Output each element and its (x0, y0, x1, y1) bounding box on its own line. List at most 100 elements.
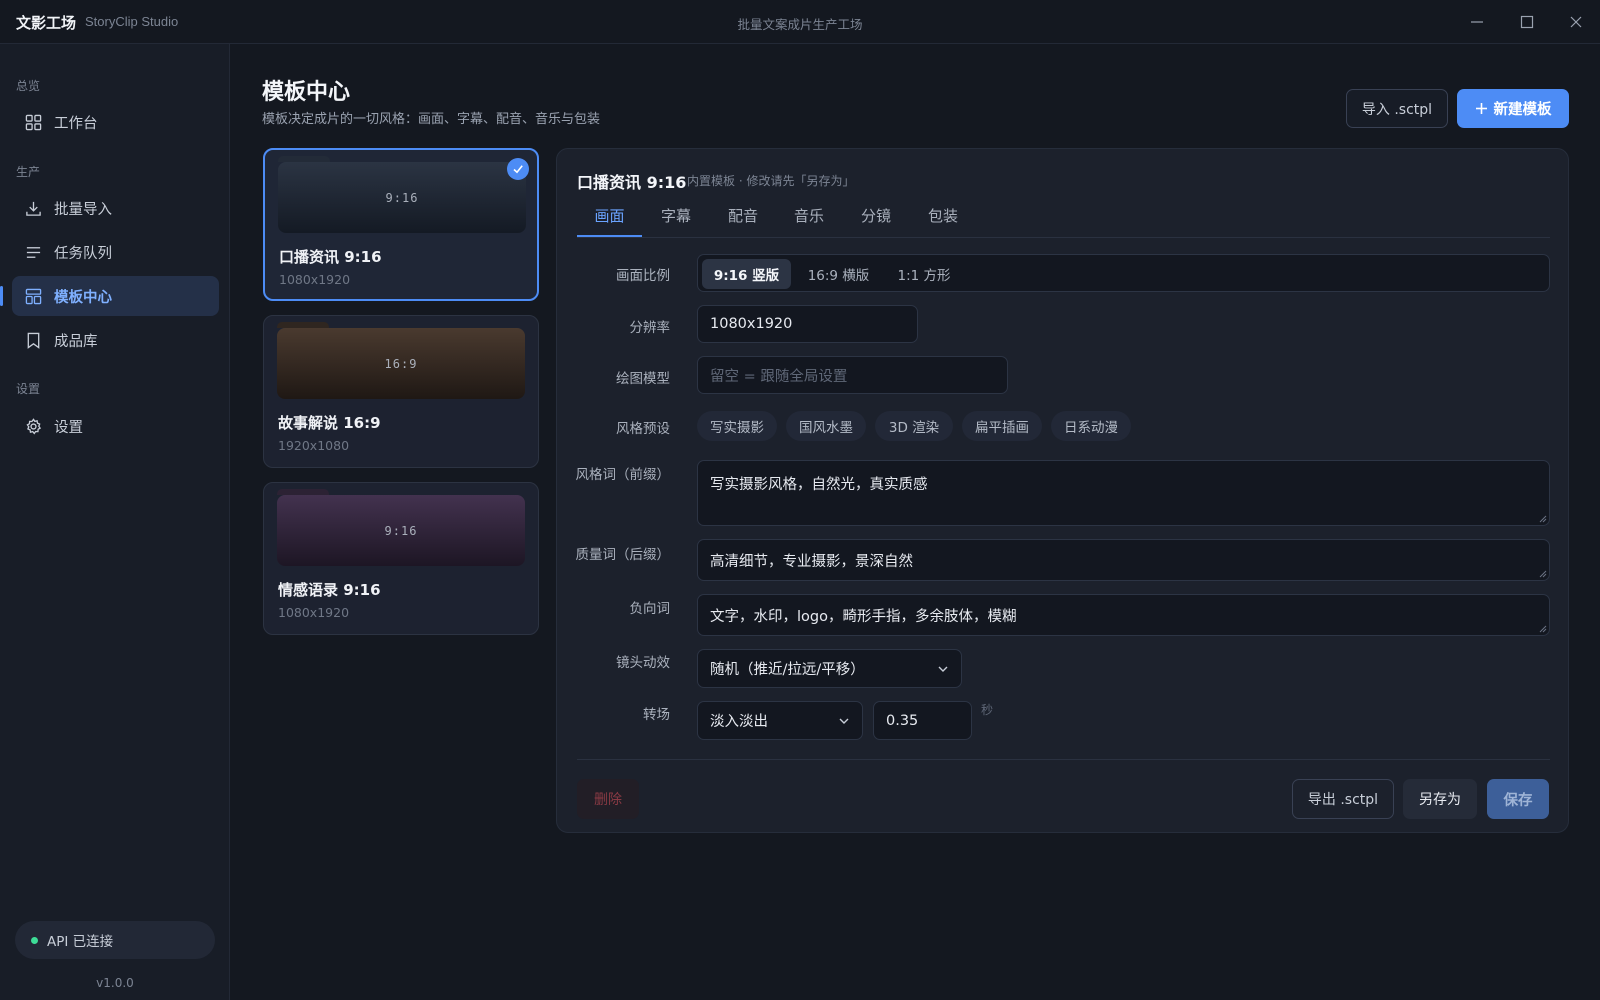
status-dot (31, 936, 38, 944)
resize-grip-icon (1539, 625, 1547, 633)
camera-motion-value: 随机（推近/拉远/平移） (710, 662, 865, 678)
transition-value: 淡入淡出 (710, 714, 768, 730)
template-editor-panel: 口播资讯 9:16 内置模板 · 修改请先「另存为」 画面 字幕 配音 音乐 分… (556, 148, 1569, 833)
sidebar-item-label: 设置 (54, 419, 83, 436)
transition-duration-input[interactable]: 0.35 (873, 701, 972, 740)
style-chip[interactable]: 国风水墨 (786, 411, 866, 441)
tab-storyboard[interactable]: 分镜 (844, 193, 908, 237)
tab-music[interactable]: 音乐 (777, 193, 841, 237)
template-thumbnail: 9:16 (277, 489, 525, 566)
template-name: 口播资讯 9:16 (279, 248, 382, 266)
window-title: 批量文案成片生产工场 (737, 17, 863, 32)
template-card[interactable]: 16:9 故事解说 16:9 1920x1080 (263, 315, 539, 468)
style-chip[interactable]: 写实摄影 (697, 411, 777, 441)
save-as-button[interactable]: 另存为 (1403, 779, 1477, 819)
thumbnail-ratio: 9:16 (384, 523, 418, 538)
quality-suffix-text: 高清细节，专业摄影，景深自然 (710, 553, 913, 570)
style-chip[interactable]: 日系动漫 (1051, 411, 1131, 441)
page-description: 模板决定成片的一切风格：画面、字幕、配音、音乐与包装 (262, 112, 601, 127)
editor-title: 口播资讯 9:16 (577, 173, 687, 192)
sidebar-item-template-center[interactable]: 模板中心 (0, 276, 219, 316)
api-status-text: API 已连接 (47, 934, 114, 950)
style-chip[interactable]: 3D 渲染 (875, 411, 953, 441)
template-name: 情感语录 9:16 (278, 581, 381, 599)
thumbnail-ratio: 9:16 (385, 190, 419, 205)
style-prefix-text: 写实摄影风格，自然光，真实质感 (710, 477, 928, 493)
template-card[interactable]: 9:16 口播资讯 9:16 1080x1920 (263, 148, 539, 301)
close-icon (1570, 16, 1582, 28)
selected-check-icon (507, 158, 529, 180)
style-chip[interactable]: 扁平插画 (962, 411, 1042, 441)
api-status-badge[interactable]: API 已连接 (15, 921, 215, 959)
page-title: 模板中心 (262, 80, 351, 105)
field-label: 绘图模型 (616, 371, 670, 387)
sidebar-item-label: 任务队列 (54, 245, 112, 262)
sidebar-item-settings[interactable]: 设置 (12, 406, 219, 446)
template-resolution: 1080x1920 (278, 605, 350, 620)
negative-prompt-textarea[interactable]: 文字，水印，logo，畸形手指，多余肢体，模糊 (697, 594, 1550, 636)
field-label: 画面比例 (616, 268, 670, 284)
transition-select[interactable]: 淡入淡出 (697, 701, 863, 740)
maximize-button[interactable] (1512, 8, 1542, 36)
quality-suffix-textarea[interactable]: 高清细节，专业摄影，景深自然 (697, 539, 1550, 581)
tab-visual[interactable]: 画面 (577, 193, 642, 237)
field-label: 分辨率 (629, 320, 671, 336)
sidebar: 总览 工作台 生产 批量导入 任务队列 模板中心 成品库 设置 设置 API 已… (0, 44, 230, 1000)
aspect-option-9-16[interactable]: 9:16 竖版 (702, 259, 791, 289)
dashboard-icon (25, 114, 42, 130)
sidebar-item-label: 模板中心 (54, 289, 112, 306)
template-card[interactable]: 9:16 情感语录 9:16 1080x1920 (263, 482, 539, 635)
download-icon (26, 201, 41, 216)
field-label: 负向词 (629, 601, 671, 617)
close-button[interactable] (1561, 8, 1591, 36)
list-icon (26, 246, 41, 258)
template-name: 故事解说 16:9 (278, 414, 381, 432)
section-label-settings: 设置 (16, 382, 41, 396)
camera-motion-select[interactable]: 随机（推近/拉远/平移） (697, 649, 962, 688)
template-icon (25, 288, 42, 304)
tab-voice[interactable]: 配音 (711, 193, 775, 237)
tab-divider (577, 237, 1550, 238)
aspect-option-16-9[interactable]: 16:9 横版 (795, 259, 882, 289)
tab-packaging[interactable]: 包装 (911, 193, 975, 237)
export-template-button[interactable]: 导出 .sctpl (1292, 779, 1394, 819)
template-resolution: 1080x1920 (279, 272, 351, 287)
import-template-button[interactable]: 导入 .sctpl (1346, 89, 1448, 128)
plus-icon (1475, 103, 1487, 114)
minimize-icon (1471, 21, 1483, 23)
aspect-option-1-1[interactable]: 1:1 方形 (884, 259, 964, 289)
delete-button[interactable]: 删除 (577, 779, 639, 819)
style-prefix-textarea[interactable]: 写实摄影风格，自然光，真实质感 (697, 460, 1550, 526)
sidebar-item-workbench[interactable]: 工作台 (12, 102, 219, 142)
field-label: 质量词（后缀） (575, 547, 671, 563)
field-label: 风格词（前缀） (575, 467, 671, 483)
sidebar-item-batch-import[interactable]: 批量导入 (12, 188, 219, 228)
resize-grip-icon (1539, 570, 1547, 578)
new-template-button[interactable]: 新建模板 (1457, 89, 1569, 128)
chevron-down-icon (938, 666, 948, 672)
minimize-button[interactable] (1462, 8, 1492, 36)
model-input[interactable]: 留空 = 跟随全局设置 (697, 356, 1008, 394)
duration-unit: 秒 (981, 703, 994, 717)
sidebar-item-label: 工作台 (54, 115, 98, 132)
tab-subtitle[interactable]: 字幕 (644, 193, 708, 237)
sidebar-item-label: 批量导入 (54, 201, 112, 218)
gear-icon (26, 417, 42, 434)
save-button[interactable]: 保存 (1487, 779, 1549, 819)
field-label: 镜头动效 (616, 655, 670, 671)
editor-note: 内置模板 · 修改请先「另存为」 (687, 174, 855, 188)
sidebar-item-library[interactable]: 成品库 (12, 320, 219, 360)
negative-prompt-text: 文字，水印，logo，畸形手指，多余肢体，模糊 (710, 608, 1017, 625)
template-resolution: 1920x1080 (278, 438, 350, 453)
resolution-input[interactable]: 1080x1920 (697, 305, 918, 343)
resize-grip-icon (1539, 515, 1547, 523)
template-thumbnail: 9:16 (278, 156, 526, 233)
chevron-down-icon (839, 718, 849, 724)
version-label: v1.0.0 (96, 976, 134, 990)
bookmark-icon (27, 332, 40, 349)
sidebar-item-task-queue[interactable]: 任务队列 (12, 232, 219, 272)
aspect-ratio-segmented: 9:16 竖版 16:9 横版 1:1 方形 (697, 254, 1550, 292)
template-thumbnail: 16:9 (277, 322, 525, 399)
new-template-label: 新建模板 (1493, 102, 1552, 118)
field-label: 转场 (643, 707, 670, 723)
